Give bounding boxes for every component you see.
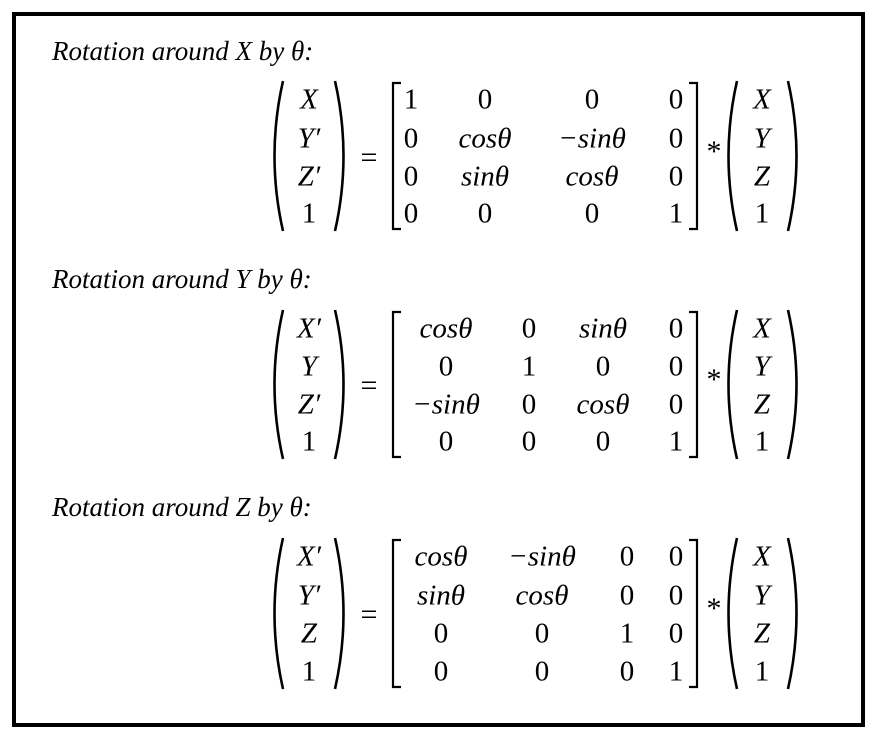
lhs-vector-entry: Y: [300, 350, 318, 383]
matrix-entry: cosθ: [414, 540, 468, 573]
section-title: Rotation around Y by θ:: [52, 264, 312, 294]
matrix-entry: 1: [668, 655, 684, 688]
matrix-entry: −sinθ: [412, 388, 480, 421]
lhs-vector-entry: Z′: [297, 388, 321, 421]
matrix-entry: 0: [619, 579, 635, 612]
matrix-entry: sinθ: [416, 579, 466, 612]
rhs-vector-entry: X: [753, 540, 771, 573]
matrix-right-bracket: [689, 81, 699, 231]
matrix-entry: sinθ: [578, 312, 628, 345]
rhs-vector-entry: Y: [753, 122, 771, 155]
matrix-entry: −sinθ: [508, 540, 576, 573]
rhs-vector-entry: 1: [754, 197, 770, 230]
matrix-entry: 1: [619, 617, 635, 650]
rhs-vector-entry: Y: [753, 350, 771, 383]
section-title: Rotation around Z by θ:: [52, 492, 312, 522]
matrix-entry: 0: [668, 83, 684, 116]
matrix-entry: 0: [403, 197, 419, 230]
rhs-vector-entry: 1: [754, 425, 770, 458]
section-title: Rotation around X by θ:: [52, 36, 314, 66]
rhs-vector-right-paren: [786, 80, 798, 232]
matrix-right-bracket: [689, 310, 699, 459]
rhs-vector-right-paren: [786, 309, 798, 460]
matrix-entry: 0: [438, 425, 454, 458]
matrix-entry: 0: [668, 388, 684, 421]
matrix-left-bracket: [391, 81, 401, 231]
rhs-vector-left-paren: [727, 537, 739, 690]
matrix-entry: 0: [595, 350, 611, 383]
rhs-vector-entry: Y: [753, 579, 771, 612]
rhs-vector-entry: Z: [753, 388, 771, 421]
equals-sign: =: [360, 369, 378, 402]
matrix-entry: cosθ: [565, 160, 619, 193]
matrix-entry: 0: [668, 160, 684, 193]
lhs-vector-entry: X′: [296, 540, 322, 573]
matrix-left-bracket: [391, 538, 401, 689]
matrix-entry: 0: [584, 197, 600, 230]
matrix-right-bracket: [689, 538, 699, 689]
rhs-vector-entry: X: [753, 83, 771, 116]
lhs-vector-right-paren: [333, 80, 345, 232]
matrix-entry: cosθ: [419, 312, 473, 345]
lhs-vector-entry: X′: [296, 312, 322, 345]
matrix-entry: 0: [534, 655, 550, 688]
matrix-entry: 0: [668, 617, 684, 650]
matrix-entry: 0: [668, 122, 684, 155]
equals-sign: =: [360, 141, 378, 174]
matrix-entry: 0: [433, 655, 449, 688]
matrix-entry: cosθ: [458, 122, 512, 155]
lhs-vector-entry: 1: [301, 655, 317, 688]
lhs-vector-right-paren: [333, 537, 345, 690]
matrix-entry: 1: [403, 83, 419, 116]
matrix-entry: cosθ: [515, 579, 569, 612]
matrix-entry: 0: [668, 540, 684, 573]
matrix-entry: 0: [619, 655, 635, 688]
matrix-entry: 0: [521, 312, 537, 345]
matrix-entry: 0: [403, 122, 419, 155]
matrix-entry: −sinθ: [558, 122, 626, 155]
matrix-entry: 0: [521, 425, 537, 458]
matrix-entry: 0: [668, 579, 684, 612]
matrix-entry: 0: [595, 425, 611, 458]
rhs-vector-entry: X: [753, 312, 771, 345]
matrix-entry: 0: [521, 388, 537, 421]
rhs-vector-entry: Z: [753, 160, 771, 193]
rhs-vector-entry: Z: [753, 617, 771, 650]
lhs-vector-entry: 1: [301, 425, 317, 458]
equals-sign: =: [360, 598, 378, 631]
lhs-vector-entry: Z′: [297, 160, 321, 193]
matrix-entry: 0: [619, 540, 635, 573]
lhs-vector-right-paren: [333, 309, 345, 460]
matrix-entry: 0: [668, 350, 684, 383]
lhs-vector-entry: 1: [301, 197, 317, 230]
matrix-entry: cosθ: [576, 388, 630, 421]
matrix-entry: 0: [668, 312, 684, 345]
matrix-entry: 0: [438, 350, 454, 383]
matrix-left-bracket: [391, 310, 401, 459]
matrix-entry: 1: [668, 197, 684, 230]
rhs-vector-right-paren: [786, 537, 798, 690]
lhs-vector-entry: X: [300, 83, 318, 116]
matrix-entry: 0: [433, 617, 449, 650]
lhs-vector-left-paren: [273, 309, 285, 460]
rhs-vector-entry: 1: [754, 655, 770, 688]
matrix-entry: 0: [534, 617, 550, 650]
lhs-vector-left-paren: [273, 80, 285, 232]
matrix-entry: 1: [668, 425, 684, 458]
matrix-entry: 0: [477, 197, 493, 230]
lhs-vector-entry: Z: [300, 617, 318, 650]
matrix-entry: 0: [477, 83, 493, 116]
lhs-vector-entry: Y′: [297, 122, 321, 155]
rhs-vector-left-paren: [727, 80, 739, 232]
rhs-vector-left-paren: [727, 309, 739, 460]
lhs-vector-left-paren: [273, 537, 285, 690]
matrix-entry: sinθ: [460, 160, 510, 193]
matrix-entry: 0: [584, 83, 600, 116]
matrix-entry: 0: [403, 160, 419, 193]
lhs-vector-entry: Y′: [297, 579, 321, 612]
matrix-entry: 1: [521, 350, 537, 383]
